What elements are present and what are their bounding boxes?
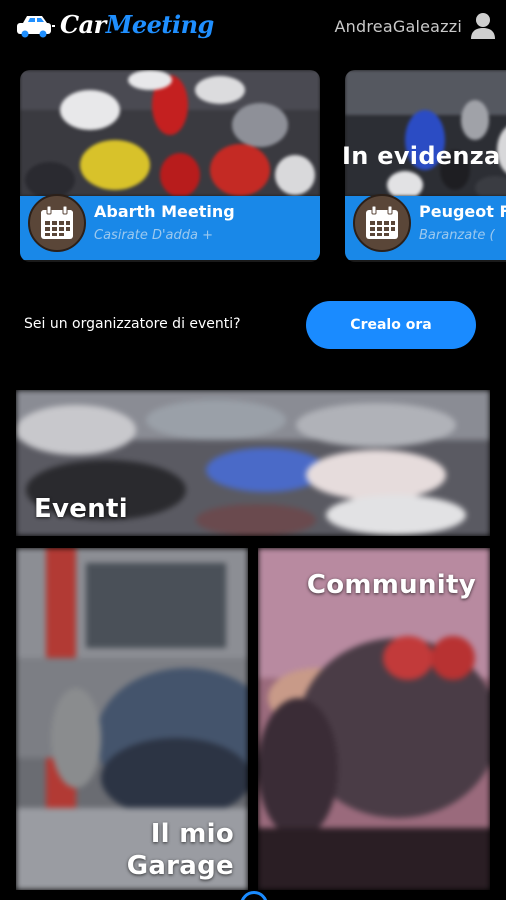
calendar-badge (28, 194, 86, 252)
scroll-indicator[interactable] (240, 891, 268, 900)
organizer-prompt: Sei un organizzatore di eventi? (24, 316, 241, 332)
event-name: Abarth Meeting (94, 202, 235, 221)
community-tile-label: Community (306, 570, 476, 600)
featured-carousel[interactable]: Abarth Meeting Casirate D'adda + Peugeot… (0, 70, 506, 266)
user-profile[interactable]: AndreaGaleazzi (335, 12, 496, 40)
my-garage-label-line2: Garage (126, 851, 234, 881)
my-garage-tile-label: Il mio Garage (127, 818, 234, 882)
featured-event-card[interactable]: Abarth Meeting Casirate D'adda + (20, 70, 320, 262)
car-logo-icon (17, 15, 55, 37)
events-tile[interactable]: Eventi (16, 390, 490, 536)
event-place: Baranzate ( (419, 228, 495, 243)
my-garage-label-line1: Il mio (150, 819, 234, 849)
create-event-button[interactable]: Crealo ora (306, 301, 476, 349)
logo-wordmark: CarMeeting (60, 10, 214, 39)
event-photo (20, 70, 320, 196)
community-tile[interactable]: Community (258, 548, 490, 890)
calendar-icon (41, 205, 73, 239)
app-header: CarMeeting AndreaGaleazzi (0, 0, 506, 56)
event-name: Peugeot F (419, 202, 506, 221)
username-label: AndreaGaleazzi (334, 16, 462, 36)
calendar-badge (353, 194, 411, 252)
featured-section-title: In evidenza (342, 142, 501, 170)
events-tile-label: Eventi (34, 494, 128, 524)
user-icon (471, 13, 495, 39)
app-logo[interactable]: CarMeeting (16, 10, 214, 39)
event-photo (345, 70, 506, 196)
calendar-icon (366, 205, 398, 239)
my-garage-tile[interactable]: Il mio Garage (16, 548, 248, 890)
event-place: Casirate D'adda + (94, 228, 214, 243)
